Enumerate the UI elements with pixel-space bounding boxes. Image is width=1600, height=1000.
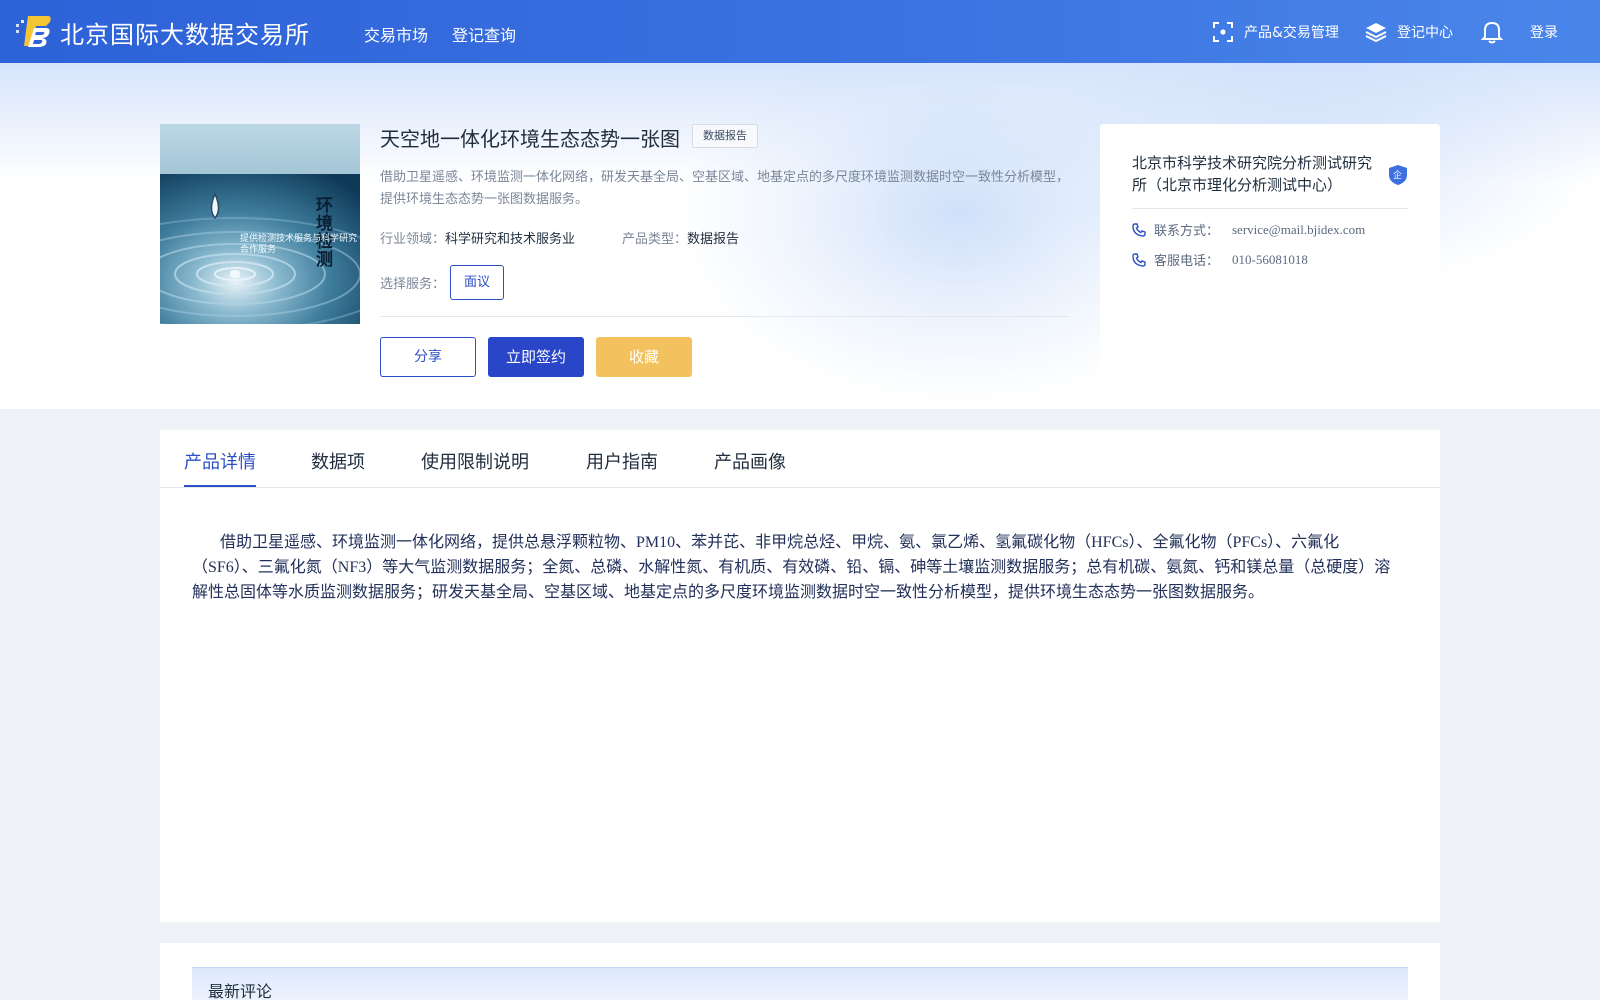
industry-value: 科学研究和技术服务业 [445, 232, 576, 247]
product-type-value: 数据报告 [687, 232, 740, 247]
vendor-contact-row: 联系方式： service@mail.bjidex.com [1132, 220, 1365, 239]
product-trade-management-link[interactable]: 产品&交易管理 [1212, 0, 1339, 63]
vendor-name[interactable]: 北京市科学技术研究院分析测试研究所（北京市理化分析测试中心） [1132, 152, 1382, 196]
comments-section: 最新评论 [160, 943, 1440, 1000]
service-label: 选择服务： [380, 277, 446, 292]
vendor-phone-row: 客服电话： 010-56081018 [1132, 250, 1308, 269]
login-link[interactable]: 登录 [1530, 0, 1558, 63]
product-type-meta: 产品类型：数据报告 [622, 228, 739, 247]
tab-usage-restrictions[interactable]: 使用限制说明 [421, 448, 529, 474]
vendor-card: 北京市科学技术研究院分析测试研究所（北京市理化分析测试中心） 企 联系方式： s… [1100, 124, 1440, 404]
bjidex-logo-icon[interactable] [16, 14, 52, 48]
product-type-label: 产品类型： [622, 232, 688, 247]
product-description: 借助卫星遥感、环境监测一体化网络，研发天基全局、空基区域、地基定点的多尺度环境监… [380, 170, 1070, 207]
product-trade-management-label: 产品&交易管理 [1244, 24, 1339, 41]
service-option-negotiable[interactable]: 面议 [450, 265, 504, 300]
product-title: 天空地一体化环境生态态势一张图 [380, 127, 680, 151]
nav-registry-query[interactable]: 登记查询 [452, 22, 516, 46]
product-image-caption: 环境检测 [312, 196, 332, 268]
shield-icon: 企 [1388, 164, 1408, 186]
product-detail-panel: 产品详情 数据项 使用限制说明 用户指南 产品画像 借助卫星遥感、环境监测一体化… [160, 430, 1440, 922]
nav-trade-market[interactable]: 交易市场 [364, 22, 428, 46]
sign-now-button[interactable]: 立即签约 [488, 337, 584, 377]
vendor-badge-text: 企 [1393, 171, 1403, 181]
industry-meta: 行业领域：科学研究和技术服务业 [380, 228, 575, 247]
scan-frame-icon [1213, 21, 1233, 42]
active-tab-indicator [184, 485, 256, 487]
tab-user-guide[interactable]: 用户指南 [586, 448, 658, 474]
share-button[interactable]: 分享 [380, 337, 476, 377]
vendor-divider [1132, 208, 1408, 209]
product-detail-text: 借助卫星遥感、环境监测一体化网络，提供总悬浮颗粒物、PM10、苯并芘、非甲烷总烃… [192, 534, 1391, 601]
notifications-button[interactable] [1481, 0, 1513, 63]
hero-divider [380, 316, 1069, 317]
site-title[interactable]: 北京国际大数据交易所 [60, 15, 310, 50]
layers-icon [1365, 22, 1387, 42]
favorite-button[interactable]: 收藏 [596, 337, 692, 377]
industry-label: 行业领域： [380, 232, 446, 247]
comments-title: 最新评论 [208, 982, 273, 1000]
phone-icon [1132, 252, 1146, 267]
bell-icon [1481, 21, 1503, 43]
product-image-subcaption: 提供检测技术服务与科学研究合作服务 [240, 234, 358, 255]
detail-tabs: 产品详情 数据项 使用限制说明 用户指南 产品画像 [160, 430, 1440, 488]
product-type-badge: 数据报告 [692, 124, 758, 148]
contact-label: 联系方式： [1154, 224, 1220, 239]
phone-value[interactable]: 010-56081018 [1232, 252, 1308, 268]
tab-data-items[interactable]: 数据项 [311, 448, 365, 474]
comments-header: 最新评论 [192, 967, 1408, 1000]
phone-label: 客服电话： [1154, 254, 1220, 269]
product-image: 环境检测 提供检测技术服务与科学研究合作服务 [160, 124, 360, 324]
tab-product-portrait[interactable]: 产品画像 [714, 448, 786, 474]
registry-center-label: 登记中心 [1397, 24, 1453, 41]
contact-value[interactable]: service@mail.bjidex.com [1232, 222, 1365, 238]
tab-product-details[interactable]: 产品详情 [184, 448, 256, 474]
registry-center-link[interactable]: 登记中心 [1365, 0, 1453, 63]
top-navigation-bar: 北京国际大数据交易所 交易市场 登记查询 产品&交易管理 登记中心 登录 [0, 0, 1600, 63]
phone-icon [1132, 222, 1146, 237]
